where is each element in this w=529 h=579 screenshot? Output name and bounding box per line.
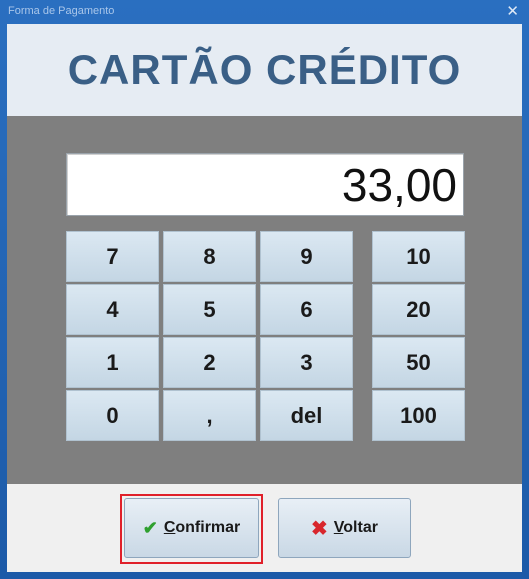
key-9[interactable]: 9 <box>260 231 353 282</box>
window-client-area: CARTÃO CRÉDITO 33,00 7 8 9 4 5 6 1 2 3 0… <box>7 24 522 572</box>
title-bar[interactable]: Forma de Pagamento ✕ <box>0 0 529 24</box>
confirm-button[interactable]: ✔ Confirmar <box>124 498 259 558</box>
key-2[interactable]: 2 <box>163 337 256 388</box>
x-icon: ✖ <box>311 517 328 540</box>
quick-amount-20[interactable]: 20 <box>372 284 465 335</box>
quick-amount-100[interactable]: 100 <box>372 390 465 441</box>
amount-display[interactable]: 33,00 <box>66 153 464 216</box>
key-1[interactable]: 1 <box>66 337 159 388</box>
key-8[interactable]: 8 <box>163 231 256 282</box>
quick-amount-50[interactable]: 50 <box>372 337 465 388</box>
key-5[interactable]: 5 <box>163 284 256 335</box>
quick-amount-10[interactable]: 10 <box>372 231 465 282</box>
header-panel: CARTÃO CRÉDITO <box>7 24 522 117</box>
back-button-label: Voltar <box>333 519 378 536</box>
confirm-button-label: Confirmar <box>163 519 241 536</box>
payment-method-title: CARTÃO CRÉDITO <box>67 46 462 93</box>
close-icon[interactable]: ✕ <box>506 2 519 20</box>
window-title: Forma de Pagamento <box>8 5 115 17</box>
key-4[interactable]: 4 <box>66 284 159 335</box>
payment-window: Forma de Pagamento ✕ CARTÃO CRÉDITO 33,0… <box>0 0 529 579</box>
key-comma[interactable]: , <box>163 390 256 441</box>
amount-value: 33,00 <box>341 159 457 211</box>
key-6[interactable]: 6 <box>260 284 353 335</box>
footer-bar: ✔ Confirmar ✖ Voltar <box>7 484 522 572</box>
key-7[interactable]: 7 <box>66 231 159 282</box>
back-button[interactable]: ✖ Voltar <box>278 498 411 558</box>
check-icon: ✔ <box>142 517 158 538</box>
key-0[interactable]: 0 <box>66 390 159 441</box>
keypad-panel: 33,00 7 8 9 4 5 6 1 2 3 0 , del 10 20 50… <box>7 116 522 484</box>
key-3[interactable]: 3 <box>260 337 353 388</box>
key-delete[interactable]: del <box>260 390 353 441</box>
